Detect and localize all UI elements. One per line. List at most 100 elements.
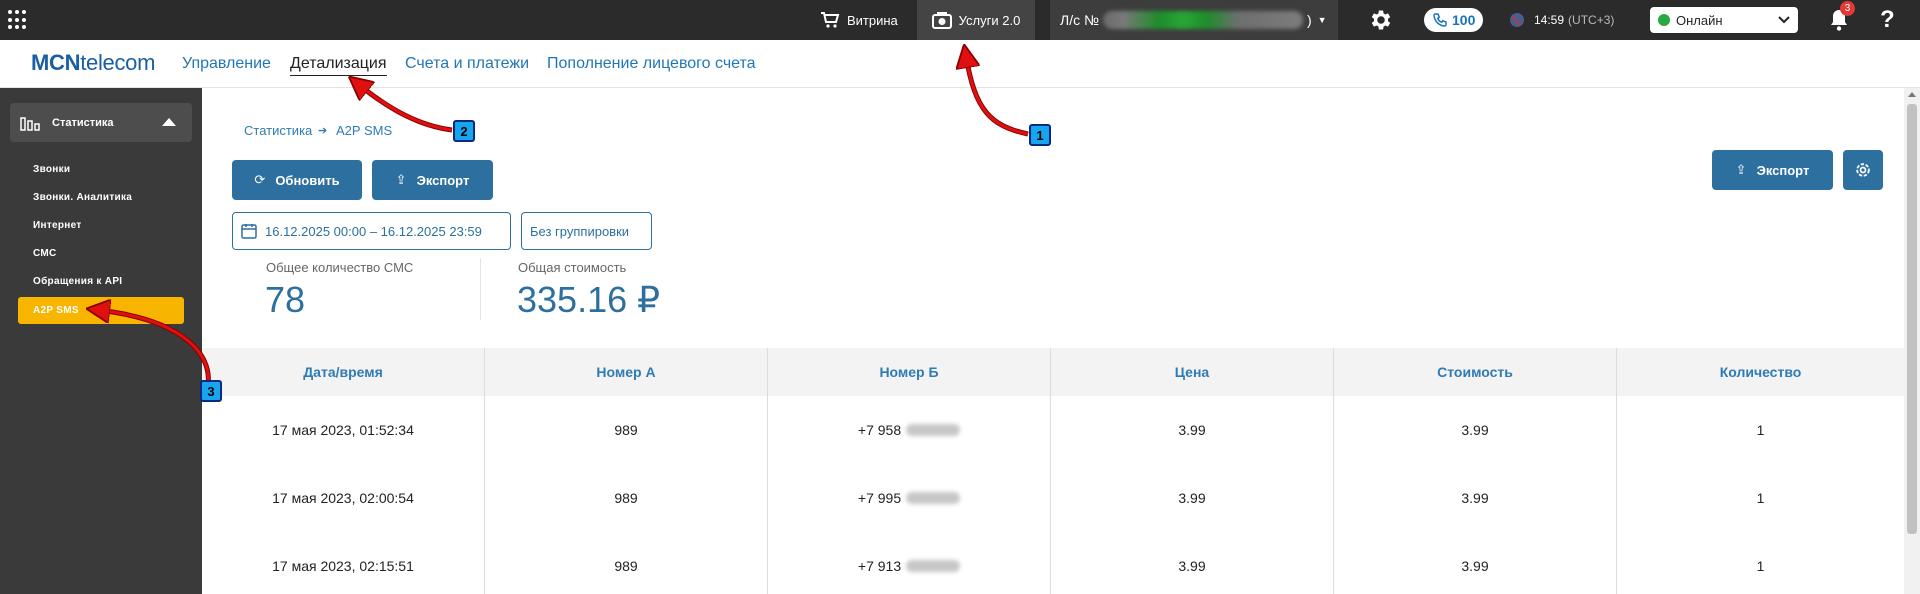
sms-count-value: 78 xyxy=(265,279,306,320)
refresh-label: Обновить xyxy=(275,172,340,188)
grouping-label: Без группировки xyxy=(530,223,630,239)
cell-number-b: +7 958 xyxy=(768,396,1051,464)
sidebar-section-statistics[interactable]: Статистика xyxy=(10,103,192,142)
cell-datetime: 17 мая 2023, 02:00:54 xyxy=(202,464,485,532)
services-button[interactable]: Услуги 2.0 xyxy=(917,0,1035,40)
column-header-number-a[interactable]: Номер А xyxy=(485,348,768,396)
notifications-count-badge: 3 xyxy=(1840,1,1855,16)
phone-count: 100 xyxy=(1452,12,1476,28)
sidebar-item-calls[interactable]: Звонки xyxy=(33,164,70,175)
table-row[interactable]: 17 мая 2023, 02:00:54 989 +7 995 3.99 3.… xyxy=(202,464,1904,532)
date-range-picker[interactable]: 16.12.2025 00:00 – 16.12.2025 23:59 xyxy=(232,212,511,250)
annotation-marker-1: 1 xyxy=(1029,124,1051,146)
gear-icon xyxy=(1856,163,1870,177)
services-bag-icon xyxy=(931,12,952,29)
timezone: (UTC+3) xyxy=(1568,13,1615,27)
settings-gear-button[interactable] xyxy=(1368,0,1394,40)
upload-icon: ⇪ xyxy=(1735,162,1747,177)
collapse-triangle-icon[interactable] xyxy=(162,118,176,126)
number-b-prefix: +7 995 xyxy=(857,490,902,506)
nav-link-bills[interactable]: Счета и платежи xyxy=(405,55,529,73)
sms-count-label: Общее количество СМС xyxy=(266,260,414,275)
cell-cost: 3.99 xyxy=(1334,532,1617,594)
status-select[interactable]: Онлайн xyxy=(1650,7,1798,33)
cell-quantity: 1 xyxy=(1756,422,1765,438)
account-selector[interactable]: Л/с № ) ▼ xyxy=(1050,0,1338,40)
scroll-up-arrow-icon[interactable] xyxy=(1908,92,1916,97)
gear-icon xyxy=(1371,10,1391,30)
cell-price: 3.99 xyxy=(1051,532,1334,594)
calendar-icon xyxy=(241,224,257,239)
cart-icon xyxy=(821,12,840,28)
cell-number-a: 989 xyxy=(485,396,768,464)
cell-number-b: +7 995 xyxy=(768,464,1051,532)
clock: 14:59 (UTC+3) xyxy=(1508,0,1614,40)
number-b-prefix: +7 913 xyxy=(857,558,902,574)
column-header-number-b[interactable]: Номер Б xyxy=(768,348,1051,396)
time-value: 14:59 xyxy=(1534,13,1565,27)
cell-quantity: 1 xyxy=(1756,490,1765,506)
cell-datetime: 17 мая 2023, 02:15:51 xyxy=(202,532,485,594)
cell-quantity: 1 xyxy=(1756,558,1765,574)
sidebar-item-calls-analytics[interactable]: Звонки. Аналитика xyxy=(33,192,132,203)
cell-number-b: +7 913 xyxy=(768,532,1051,594)
cell-price: 3.99 xyxy=(1051,464,1334,532)
table-settings-button[interactable] xyxy=(1843,150,1883,190)
cell-cost: 3.99 xyxy=(1334,396,1617,464)
cell-price: 3.99 xyxy=(1051,396,1334,464)
table-row[interactable]: 17 мая 2023, 02:15:51 989 +7 913 3.99 3.… xyxy=(202,532,1904,594)
sidebar-item-sms[interactable]: СМС xyxy=(33,248,57,259)
breadcrumb-current: A2P SMS xyxy=(336,123,393,138)
sidebar-item-internet[interactable]: Интернет xyxy=(33,220,82,231)
company-logo[interactable]: MCNtelecom xyxy=(31,50,155,76)
nav-link-details[interactable]: Детализация xyxy=(290,55,387,76)
export-button-right[interactable]: ⇪ Экспорт xyxy=(1712,150,1833,190)
sidebar-item-api-requests[interactable]: Обращения к API xyxy=(33,276,122,287)
services-label: Услуги 2.0 xyxy=(958,12,1021,28)
annotation-marker-2: 2 xyxy=(453,120,475,142)
help-button[interactable]: ? xyxy=(1880,0,1895,40)
export-button[interactable]: ⇪ Экспорт xyxy=(372,160,493,200)
status-value: Онлайн xyxy=(1676,12,1723,28)
total-cost-label: Общая стоимость xyxy=(518,260,627,275)
online-dot-icon xyxy=(1658,14,1670,26)
refresh-button[interactable]: ⟳ Обновить xyxy=(232,160,362,200)
cell-cost: 3.99 xyxy=(1334,464,1617,532)
table-row[interactable]: 17 мая 2023, 01:52:34 989 +7 958 3.99 3.… xyxy=(202,396,1904,464)
annotation-marker-3: 3 xyxy=(200,380,222,402)
showcase-link[interactable]: Витрина xyxy=(820,0,898,40)
column-header-datetime[interactable]: Дата/время xyxy=(202,348,485,396)
nav-link-top-up[interactable]: Пополнение лицевого счета xyxy=(547,55,756,73)
column-header-quantity[interactable]: Количество xyxy=(1617,348,1904,396)
account-suffix: ) xyxy=(1307,12,1312,28)
table-header: Дата/время Номер А Номер Б Цена Стоимост… xyxy=(202,348,1904,396)
cell-number-a: 989 xyxy=(485,532,768,594)
cell-number-a: 989 xyxy=(485,464,768,532)
account-number-redacted xyxy=(1103,11,1303,29)
nav-link-management[interactable]: Управление xyxy=(182,55,271,73)
page-scrollbar[interactable] xyxy=(1904,88,1920,594)
export-label: Экспорт xyxy=(416,172,470,188)
phone-lines-badge[interactable]: 100 xyxy=(1424,8,1484,32)
date-range-value: 16.12.2025 00:00 – 16.12.2025 23:59 xyxy=(265,223,482,239)
account-prefix: Л/с № xyxy=(1060,12,1099,28)
scrollbar-thumb[interactable] xyxy=(1907,104,1917,534)
phone-icon xyxy=(1433,13,1447,27)
logo-bold: MCN xyxy=(31,50,81,75)
total-cost-value: 335.16 ₽ xyxy=(517,279,661,320)
apps-grid-icon[interactable] xyxy=(8,10,28,30)
grouping-button[interactable]: Без группировки xyxy=(521,212,652,250)
globe-icon xyxy=(1510,13,1524,27)
column-header-price[interactable]: Цена xyxy=(1051,348,1334,396)
redacted-number xyxy=(906,424,961,436)
notifications-button[interactable]: 3 xyxy=(1828,0,1855,40)
cell-datetime: 17 мая 2023, 01:52:34 xyxy=(202,396,485,464)
sidebar-item-a2p-sms[interactable]: A2P SMS xyxy=(18,297,184,324)
redacted-number xyxy=(906,492,961,504)
breadcrumb-statistics[interactable]: Статистика xyxy=(244,123,312,138)
column-header-cost[interactable]: Стоимость xyxy=(1334,348,1617,396)
chevron-down-icon: ▼ xyxy=(1317,15,1327,25)
breadcrumb-arrow-icon: ➔ xyxy=(318,125,328,137)
logo-rest: telecom xyxy=(80,50,156,75)
main-nav: MCNtelecom Управление Детализация Счета … xyxy=(0,40,1920,88)
